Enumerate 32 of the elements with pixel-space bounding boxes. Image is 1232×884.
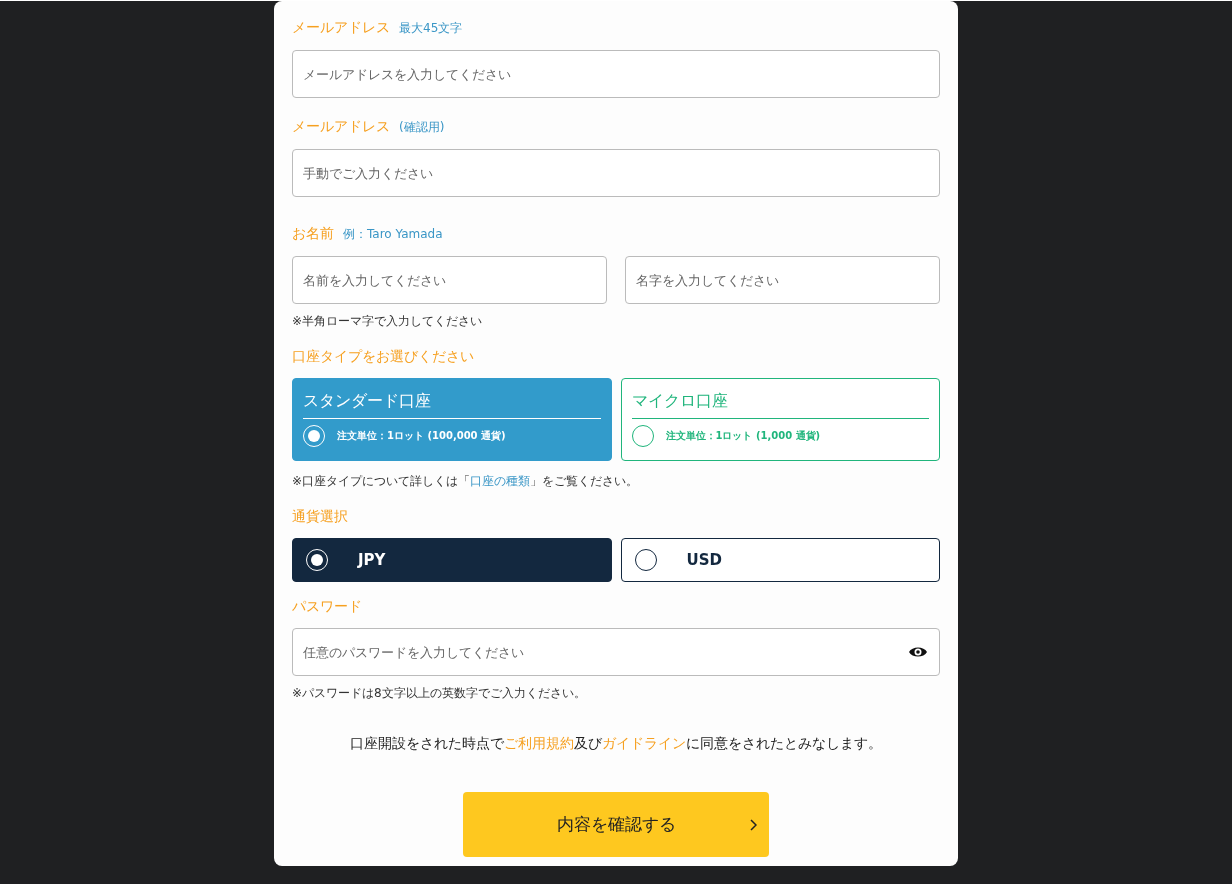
note-text: ※口座タイプについて詳しくは「口座の種類」をご覧ください。 — [292, 473, 640, 490]
option-title: マイクロ口座 — [631, 391, 929, 419]
account-types-link[interactable]: 口座の種類 — [470, 474, 531, 488]
field-label: メールアドレス — [292, 118, 390, 136]
account-option[interactable]: スタンダード口座 注文単位：1ロット (100,000 通貨) — [292, 378, 612, 461]
field-label: 通貨選択 — [292, 508, 348, 526]
agreement-text: 口座開設をされた時点でご利用規約及びガイドラインに同意をされたとみなします。 — [349, 735, 883, 753]
field-note: 例：Taro Yamada — [343, 226, 443, 243]
guideline-link[interactable]: ガイドライン — [602, 735, 686, 751]
confirm-button[interactable]: 内容を確認する — [463, 792, 769, 857]
field-label: お名前 — [292, 225, 334, 243]
hint-text: ※パスワードは8文字以上の英数字でご入力ください。 — [292, 685, 587, 702]
field-label: メールアドレス — [292, 19, 390, 37]
chevron-right-icon — [749, 819, 757, 831]
currency-option[interactable]: USD — [620, 538, 940, 582]
email-confirm-field[interactable]: 手動でご入力ください — [292, 149, 940, 197]
field-note: 最大45文字 — [399, 20, 463, 37]
field-label: パスワード — [292, 598, 362, 616]
option-detail: 注文単位：1ロット (100,000 通貨) — [337, 429, 506, 443]
field-label: 口座タイプをお選びください — [292, 348, 474, 366]
account-option[interactable]: マイクロ口座 注文単位：1ロット (1,000 通貨) — [620, 378, 940, 461]
first-name-field[interactable]: 名前を入力してください — [292, 256, 607, 304]
option-title: スタンダード口座 — [303, 391, 601, 419]
hint-text: ※半角ローマ字で入力してください — [292, 313, 484, 330]
currency-option[interactable]: JPY — [292, 538, 612, 582]
option-detail: 注文単位：1ロット (1,000 通貨) — [665, 429, 821, 443]
last-name-field[interactable]: 名字を入力してください — [625, 256, 940, 304]
eye-icon[interactable] — [909, 646, 927, 658]
password-field[interactable]: 任意のパスワードを入力してください — [292, 628, 940, 676]
field-note: (確認用) — [399, 119, 445, 136]
email-field[interactable]: メールアドレスを入力してください — [292, 50, 940, 98]
terms-link[interactable]: ご利用規約 — [504, 735, 574, 751]
